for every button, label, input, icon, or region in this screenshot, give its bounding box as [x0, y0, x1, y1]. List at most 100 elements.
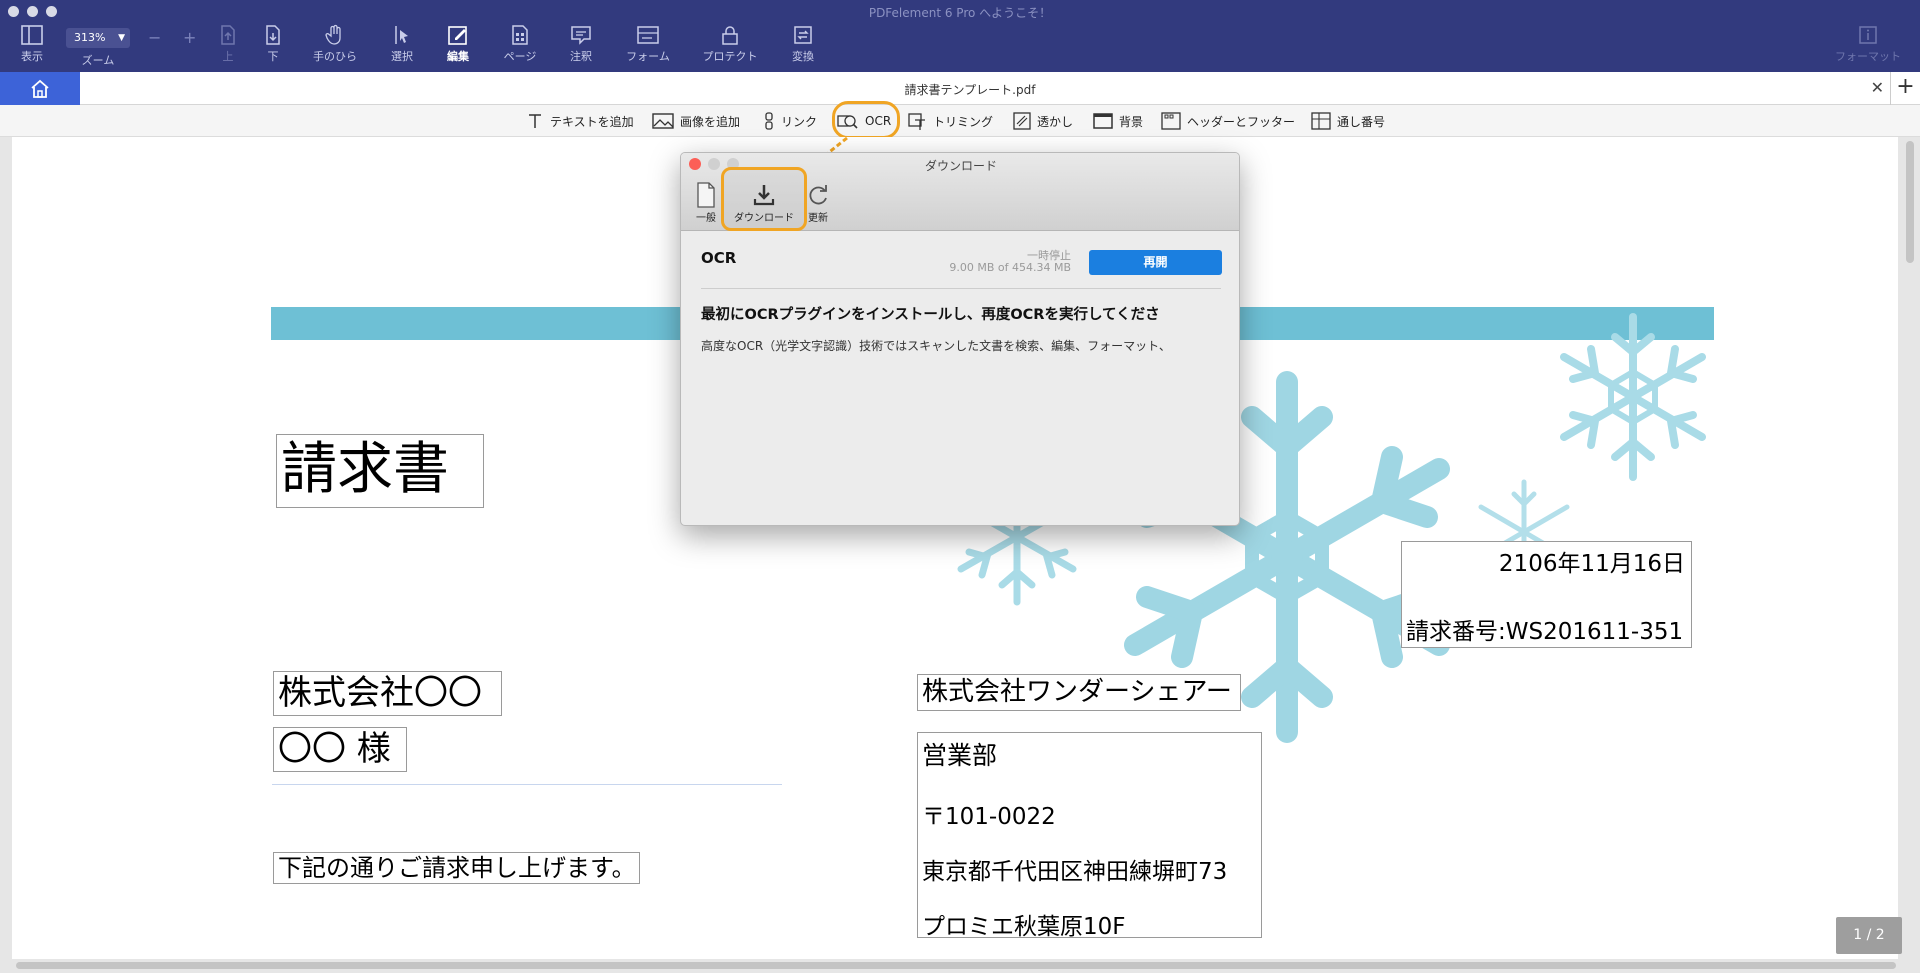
crop-icon [908, 113, 925, 130]
dialog-header: ダウンロード 一般 ダウンロード 更新 [681, 153, 1239, 231]
issuer-address-box[interactable]: 営業部 〒101-0022 東京都千代田区神田練塀町73 プロミエ秋葉原10F [917, 732, 1262, 940]
zoom-label: ズーム [81, 54, 115, 67]
page-icon [512, 25, 528, 45]
invoice-number: 請求番号:WS201611-351 [1406, 619, 1684, 645]
download-dialog: ダウンロード 一般 ダウンロード 更新 OCR 一時停止 9.00 MB of … [680, 152, 1240, 526]
cursor-select-icon [395, 26, 408, 44]
download-item-name: OCR [701, 249, 737, 267]
convert-tool-label: 変換 [792, 50, 814, 63]
info-panel-icon [1859, 26, 1877, 44]
header-footer-button[interactable]: ヘッダーとフッター [1161, 111, 1295, 131]
hand-tool-label: 手のひら [313, 50, 357, 63]
annotate-tool-label: 注釈 [570, 50, 592, 63]
zoom-out-button[interactable]: − [148, 28, 161, 47]
edit-toolbar: テキストを追加 画像を追加 リンク OCR トリミング 透かし 背景 ヘッダーと… [0, 105, 1920, 137]
document-tab-title[interactable]: 請求書テンプレート.pdf [80, 81, 1860, 98]
page-tool-button[interactable]: ページ [485, 24, 555, 64]
download-tab-label: ダウンロード [734, 213, 794, 224]
client-company[interactable]: 株式会社〇〇 [273, 671, 502, 716]
document-tab-bar: 請求書テンプレート.pdf ✕ + [0, 72, 1920, 105]
general-tab[interactable]: 一般 [689, 181, 723, 224]
new-tab-button[interactable]: + [1890, 72, 1920, 105]
format-panel-button[interactable]: フォーマット [1830, 24, 1906, 64]
home-icon [31, 79, 49, 98]
hand-tool-button[interactable]: 手のひら [300, 24, 370, 64]
header-footer-icon [1161, 112, 1181, 130]
add-image-button[interactable]: 画像を追加 [652, 111, 740, 131]
image-icon [652, 113, 674, 129]
edit-tool-button[interactable]: 編集 [423, 24, 493, 64]
close-tab-button[interactable]: ✕ [1871, 78, 1884, 97]
page-up-label: 上 [222, 50, 234, 63]
invoice-date: 2106年11月16日 [1498, 551, 1685, 577]
view-button[interactable]: 表示 [0, 24, 67, 64]
resume-button[interactable]: 再開 [1089, 250, 1222, 275]
issuer-building: プロミエ秋葉原10F [922, 914, 1126, 940]
background-icon [1093, 113, 1113, 129]
update-tab-label: 更新 [808, 213, 828, 224]
top-right-snowflake-image [1560, 313, 1706, 481]
ocr-description: 高度なOCR（光学文字認識）技術ではスキャンした文書を検索、編集、フォーマット、 [701, 339, 1171, 353]
format-panel-label: フォーマット [1835, 50, 1901, 63]
link-label: リンク [781, 114, 818, 129]
refresh-icon [809, 185, 827, 205]
page-down-icon [266, 25, 280, 45]
ocr-install-heading: 最初にOCRプラグインをインストールし、再度OCRを実行してくださ [701, 307, 1160, 323]
hand-icon [325, 24, 341, 45]
edit-tool-label: 編集 [447, 50, 469, 63]
dialog-divider [701, 288, 1221, 289]
vertical-scrollbar[interactable] [1906, 141, 1914, 263]
watermark-button[interactable]: 透かし [1013, 111, 1073, 131]
download-tab[interactable]: ダウンロード [723, 181, 805, 224]
add-text-button[interactable]: テキストを追加 [526, 111, 634, 131]
convert-tool-button[interactable]: 変換 [768, 24, 838, 64]
comment-icon [571, 26, 591, 45]
form-tool-button[interactable]: フォーム [613, 24, 683, 64]
window-title: PDFelement 6 Pro へようこそ！ [868, 6, 1052, 20]
issuer-company[interactable]: 株式会社ワンダーシェアー [917, 674, 1241, 711]
general-tab-label: 一般 [696, 213, 716, 224]
issuer-department: 営業部 [922, 741, 998, 770]
bates-number-button[interactable]: 通し番号 [1311, 111, 1385, 131]
sidebar-icon [21, 25, 43, 45]
page-down-button[interactable]: 下 [238, 24, 308, 64]
background-button[interactable]: 背景 [1093, 111, 1143, 131]
main-toolbar: PDFelement 6 Pro へようこそ！ 表示 313% ▼ ズーム − … [0, 0, 1920, 72]
text-icon [529, 114, 541, 128]
form-tool-label: フォーム [626, 50, 670, 63]
issuer-zip: 〒101-0022 [922, 804, 1056, 830]
invoice-message[interactable]: 下記の通りご請求申し上げます。 [273, 852, 640, 884]
update-tab[interactable]: 更新 [803, 181, 833, 224]
chevron-down-icon: ▼ [118, 33, 125, 43]
horizontal-scrollbar[interactable] [16, 962, 1896, 969]
link-icon [765, 112, 773, 130]
convert-icon [794, 26, 812, 44]
lock-icon [722, 26, 738, 45]
page-down-label: 下 [267, 50, 279, 63]
invoice-info-box[interactable]: 2106年11月16日 請求番号:WS201611-351 [1401, 541, 1692, 648]
watermark-label: 透かし [1037, 114, 1074, 129]
home-button[interactable] [0, 72, 80, 105]
issuer-address: 東京都千代田区神田練塀町73 [922, 859, 1228, 885]
link-button[interactable]: リンク [763, 111, 817, 131]
zoom-select[interactable]: 313% ▼ [66, 28, 130, 48]
edit-pencil-icon [448, 26, 467, 45]
trim-button[interactable]: トリミング [907, 111, 993, 131]
add-image-label: 画像を追加 [680, 114, 741, 129]
divider-line [272, 784, 782, 785]
zoom-value: 313% [74, 31, 106, 44]
page-tool-label: ページ [503, 50, 537, 63]
protect-tool-label: プロテクト [702, 50, 758, 63]
trim-label: トリミング [933, 114, 994, 129]
bates-number-label: 通し番号 [1337, 114, 1386, 129]
document-title[interactable]: 請求書 [276, 434, 484, 508]
add-text-label: テキストを追加 [550, 114, 634, 129]
download-size: 9.00 MB of 454.34 MB [949, 261, 1071, 274]
bates-number-icon [1311, 112, 1331, 130]
background-label: 背景 [1119, 114, 1144, 129]
select-tool-label: 選択 [391, 50, 413, 63]
protect-tool-button[interactable]: プロテクト [695, 24, 765, 64]
annotate-tool-button[interactable]: 注釈 [546, 24, 616, 64]
header-footer-label: ヘッダーとフッター [1187, 114, 1296, 129]
client-name[interactable]: 〇〇 様 [273, 727, 407, 772]
